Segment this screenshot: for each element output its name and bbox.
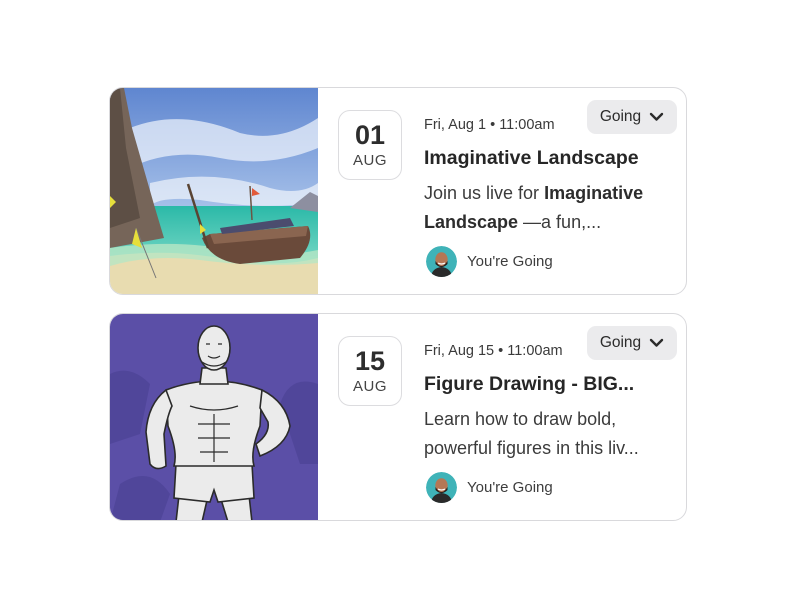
event-title[interactable]: Figure Drawing - BIG... [424,373,674,396]
event-thumbnail[interactable] [110,314,318,520]
rsvp-label: Going [599,334,642,351]
date-badge: 15 AUG [338,336,402,406]
attendance-label: You're Going [467,479,553,496]
event-title[interactable]: Imaginative Landscape [424,147,674,170]
date-month: AUG [352,378,387,395]
event-card[interactable]: 15 AUG Fri, Aug 15 • 11:00am Going Figur… [109,313,687,521]
chevron-down-icon [649,338,664,347]
event-description: Learn how to draw bold, powerful figures… [424,409,639,458]
event-card[interactable]: 01 AUG Fri, Aug 1 • 11:00am Going Imagin… [109,87,687,295]
avatar [426,472,457,503]
date-day: 15 [354,346,386,376]
rsvp-label: Going [599,108,642,125]
rsvp-dropdown-button[interactable]: Going [587,100,677,134]
chevron-down-icon [649,112,664,121]
event-datetime: Fri, Aug 15 • 11:00am [424,343,563,359]
date-day: 01 [354,120,386,150]
event-thumbnail[interactable] [110,88,318,294]
attendance-status: You're Going [426,246,553,277]
date-badge: 01 AUG [338,110,402,180]
attendance-label: You're Going [467,253,553,270]
event-datetime: Fri, Aug 1 • 11:00am [424,117,555,133]
avatar [426,246,457,277]
date-month: AUG [352,152,387,169]
desc-text-tail: —a fun,... [518,212,602,232]
attendance-status: You're Going [426,472,553,503]
event-description: Join us live for Imaginative Landscape —… [424,179,674,237]
landscape-painting-image [110,88,318,294]
rsvp-dropdown-button[interactable]: Going [587,326,677,360]
figure-drawing-image [110,314,318,520]
desc-text: Join us live for [424,183,545,203]
